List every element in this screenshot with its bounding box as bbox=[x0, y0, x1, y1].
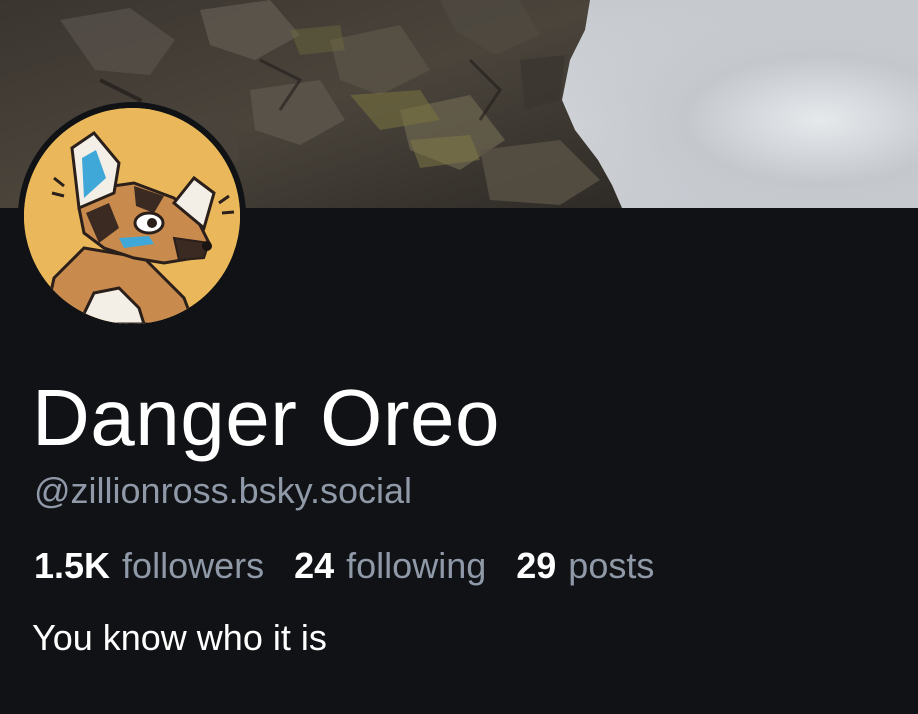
profile-handle: @zillionross.bsky.social bbox=[34, 470, 412, 511]
profile-header: Danger Oreo @zillionross.bsky.social 1.5… bbox=[0, 0, 918, 714]
posts-label: posts bbox=[568, 545, 655, 586]
followers-stat[interactable]: 1.5K followers bbox=[34, 544, 264, 588]
display-name: Danger Oreo bbox=[32, 373, 500, 462]
profile-bio: You know who it is bbox=[32, 617, 327, 658]
followers-label: followers bbox=[122, 545, 265, 586]
posts-count: 29 bbox=[516, 545, 557, 586]
followers-count: 1.5K bbox=[34, 545, 111, 586]
following-stat[interactable]: 24 following bbox=[294, 544, 486, 588]
profile-avatar[interactable] bbox=[18, 102, 246, 330]
following-count: 24 bbox=[294, 545, 335, 586]
following-label: following bbox=[346, 545, 487, 586]
character-icon bbox=[24, 108, 240, 324]
avatar-image bbox=[24, 108, 240, 324]
profile-stats: 1.5K followers 24 following 29 posts bbox=[34, 544, 684, 588]
posts-stat: 29 posts bbox=[516, 544, 654, 588]
